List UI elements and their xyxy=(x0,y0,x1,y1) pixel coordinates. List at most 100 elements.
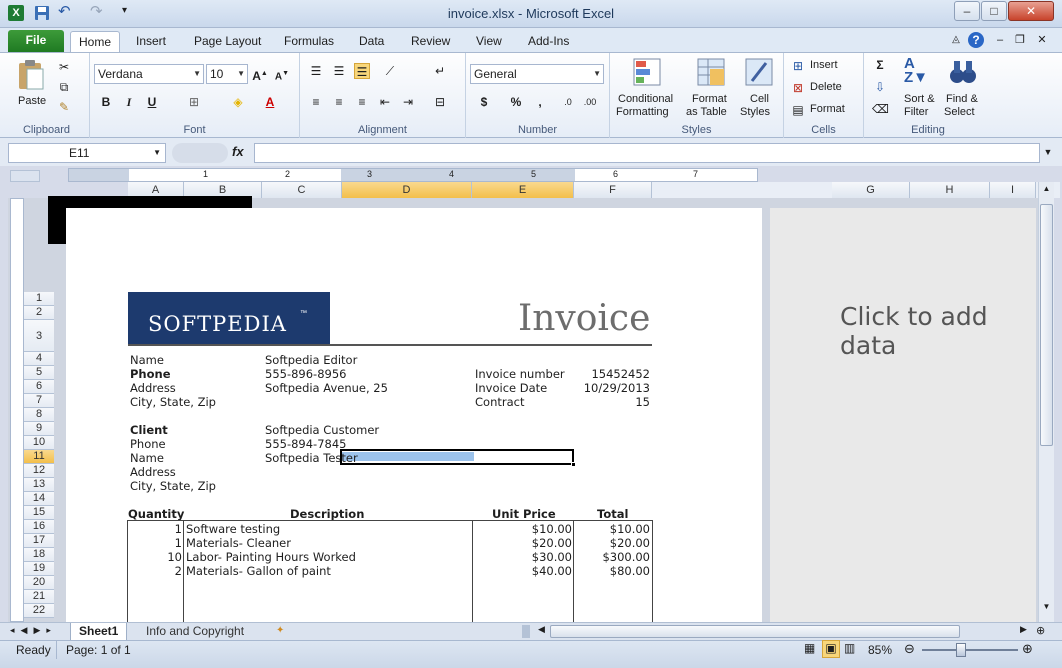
zoom-level[interactable]: 85% xyxy=(868,643,892,657)
row-header-6[interactable]: 6 xyxy=(24,380,54,394)
fill-icon[interactable]: ⇩ xyxy=(872,79,888,95)
insert-function-button[interactable]: fx xyxy=(232,144,244,159)
decrease-decimal-icon[interactable]: .00 xyxy=(582,94,598,110)
find-select-button[interactable]: Find & xyxy=(946,93,978,105)
tab-add-ins[interactable]: Add-Ins xyxy=(520,31,577,52)
row-header-9[interactable]: 9 xyxy=(24,422,54,436)
format-cells-icon[interactable]: ▤ xyxy=(790,102,806,118)
phone-label[interactable]: Phone xyxy=(130,367,171,381)
row-header-13[interactable]: 13 xyxy=(24,478,54,492)
sheet-tab-info[interactable]: Info and Copyright xyxy=(138,623,252,641)
phone-value[interactable]: 555-896-8956 xyxy=(265,367,346,381)
row-header-10[interactable]: 10 xyxy=(24,436,54,450)
expand-formula-bar-icon[interactable]: ▼ xyxy=(1040,144,1056,160)
quantity-header[interactable]: Quantity xyxy=(128,507,184,521)
binoculars-icon[interactable] xyxy=(948,57,978,87)
paste-icon[interactable] xyxy=(16,59,46,91)
format-painter-icon[interactable]: ✎ xyxy=(56,99,72,115)
middle-align-icon[interactable]: ☰ xyxy=(331,63,347,79)
align-right-icon[interactable]: ≡ xyxy=(354,94,370,110)
page-break-view-icon[interactable]: ▥ xyxy=(844,641,860,657)
item-total[interactable]: $10.00 xyxy=(576,522,650,536)
maximize-button[interactable]: □ xyxy=(981,1,1007,21)
name-label[interactable]: Name xyxy=(130,353,164,367)
description-header[interactable]: Description xyxy=(290,507,364,521)
font-size-dropdown[interactable]: 10 ▼ xyxy=(206,64,248,84)
address-label[interactable]: Address xyxy=(130,381,176,395)
insert-sheet-icon[interactable]: ✦ xyxy=(276,625,290,638)
conditional-formatting-button[interactable]: Conditional xyxy=(618,93,673,105)
invoice-number-value[interactable]: 15452452 xyxy=(574,367,650,381)
item-quantity[interactable]: 1 xyxy=(128,522,182,536)
close-button[interactable]: ✕ xyxy=(1008,1,1054,21)
item-quantity[interactable]: 10 xyxy=(128,550,182,564)
active-cell-border[interactable] xyxy=(340,449,576,467)
item-unit-price[interactable]: $40.00 xyxy=(476,564,572,578)
client-city-label[interactable]: City, State, Zip xyxy=(130,479,216,493)
conditional-formatting-icon[interactable] xyxy=(632,57,662,87)
insert-cells-button[interactable]: Insert xyxy=(810,59,838,71)
row-header-21[interactable]: 21 xyxy=(24,590,54,604)
wrap-text-icon[interactable]: ↵ xyxy=(432,63,448,79)
column-header-e[interactable]: E xyxy=(472,182,574,198)
column-header-h[interactable]: H xyxy=(910,182,990,198)
doc-minimize-icon[interactable]: – xyxy=(992,32,1008,48)
contract-label[interactable]: Contract xyxy=(475,395,524,409)
clear-icon[interactable]: ⌫ xyxy=(872,101,889,117)
tab-view[interactable]: View xyxy=(468,31,510,52)
item-description[interactable]: Labor- Painting Hours Worked xyxy=(186,550,356,564)
row-header-4[interactable]: 4 xyxy=(24,352,54,366)
row-header-5[interactable]: 5 xyxy=(24,366,54,380)
format-as-table-button[interactable]: Format xyxy=(692,93,727,105)
row-header-7[interactable]: 7 xyxy=(24,394,54,408)
paste-button[interactable]: Paste xyxy=(18,95,46,107)
row-header-19[interactable]: 19 xyxy=(24,562,54,576)
row-header-8[interactable]: 8 xyxy=(24,408,54,422)
address-value[interactable]: Softpedia Avenue, 25 xyxy=(265,381,388,395)
city-label[interactable]: City, State, Zip xyxy=(130,395,216,409)
client-value[interactable]: Softpedia Customer xyxy=(265,423,379,437)
scroll-down-arrow[interactable]: ▼ xyxy=(1040,602,1053,616)
number-format-dropdown[interactable]: General ▼ xyxy=(470,64,604,84)
sheet-nav-arrows[interactable]: ◂◀▶▸ xyxy=(10,625,57,636)
grow-font-icon[interactable]: A▲ xyxy=(252,66,268,83)
tab-home[interactable]: Home xyxy=(70,31,121,52)
total-header[interactable]: Total xyxy=(597,507,628,521)
sheet-tab-sheet1[interactable]: Sheet1 xyxy=(70,623,128,641)
sort-filter-button[interactable]: Sort & xyxy=(904,93,935,105)
client-name-label[interactable]: Name xyxy=(130,451,164,465)
tab-file[interactable]: File xyxy=(8,30,64,52)
orientation-icon[interactable]: ⟋ xyxy=(382,63,398,79)
formula-input[interactable] xyxy=(254,143,1040,163)
row-header-18[interactable]: 18 xyxy=(24,548,54,562)
cell-styles-button[interactable]: Cell xyxy=(750,93,769,105)
delete-cells-icon[interactable]: ⊠ xyxy=(790,80,806,96)
column-header-d[interactable]: D xyxy=(342,182,472,198)
currency-button[interactable]: $ xyxy=(476,94,492,110)
row-header-11[interactable]: 11 xyxy=(24,450,54,464)
font-color-icon[interactable]: A xyxy=(262,94,278,110)
column-header-f[interactable]: F xyxy=(574,182,652,198)
row-header-15[interactable]: 15 xyxy=(24,506,54,520)
name-value[interactable]: Softpedia Editor xyxy=(265,353,357,367)
select-all-corner[interactable] xyxy=(10,170,40,182)
fill-handle[interactable] xyxy=(571,462,576,467)
format-cells-button[interactable]: Format xyxy=(810,103,845,115)
name-box[interactable]: E11 ▼ xyxy=(8,143,166,163)
tab-review[interactable]: Review xyxy=(403,31,458,52)
vertical-scroll-thumb[interactable] xyxy=(1040,204,1053,446)
row-header-22[interactable]: 22 xyxy=(24,604,54,618)
fill-color-icon[interactable]: ◈ xyxy=(230,94,246,110)
decrease-indent-icon[interactable]: ⇤ xyxy=(377,94,393,110)
page-layout-view-icon[interactable]: ▣ xyxy=(822,640,840,658)
zoom-in-button[interactable]: ⊕ xyxy=(1022,641,1033,657)
row-header-20[interactable]: 20 xyxy=(24,576,54,590)
row-header-16[interactable]: 16 xyxy=(24,520,54,534)
delete-cells-button[interactable]: Delete xyxy=(810,81,842,93)
merge-center-icon[interactable]: ⊟ xyxy=(432,94,448,110)
copy-icon[interactable]: ⧉ xyxy=(56,79,72,95)
align-left-icon[interactable]: ≡ xyxy=(308,94,324,110)
doc-close-icon[interactable]: ✕ xyxy=(1034,32,1050,48)
format-as-table-icon[interactable] xyxy=(696,57,726,87)
zoom-out-button[interactable]: ⊖ xyxy=(904,641,915,657)
